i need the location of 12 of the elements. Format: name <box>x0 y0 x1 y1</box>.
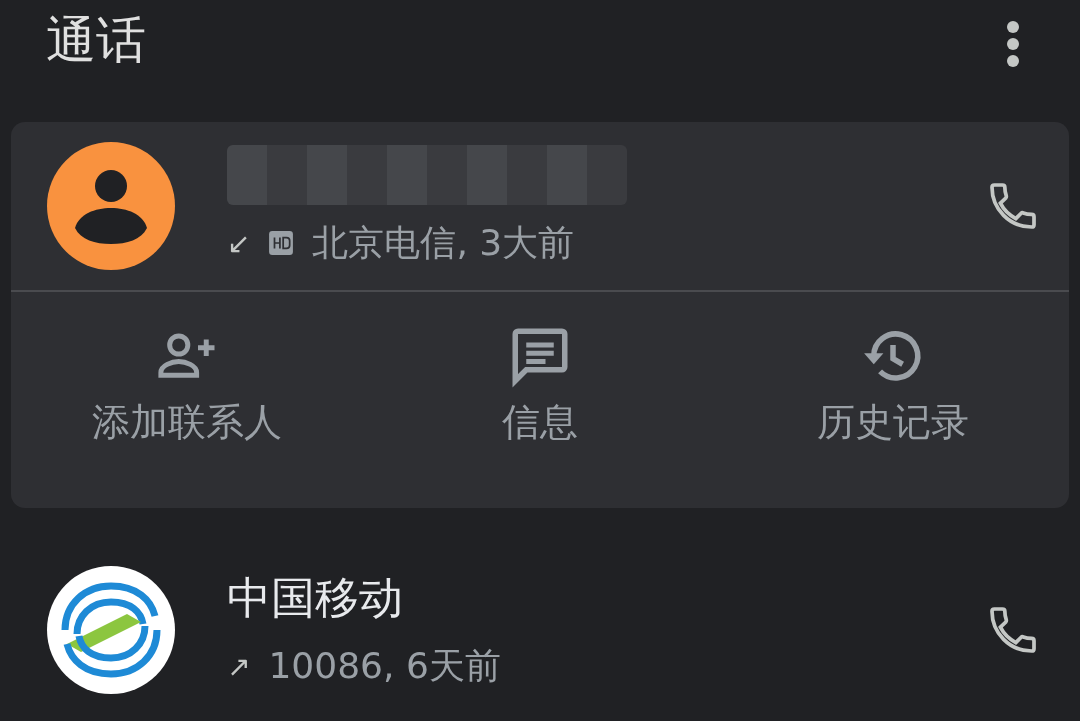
action-button[interactable]: 信息 <box>363 322 717 449</box>
action-button[interactable]: 历史记录 <box>716 322 1069 449</box>
more-options-icon[interactable] <box>1006 20 1020 68</box>
call-detail: 北京电信, 3大前 <box>312 220 575 265</box>
carrier-logo-icon <box>47 566 175 694</box>
contact-avatar-icon <box>47 142 175 270</box>
action-button[interactable]: 添加联系人 <box>11 322 364 449</box>
contact-name: 中国移动 <box>227 571 404 625</box>
call-direction-icon: ↗ <box>227 650 251 683</box>
screen-title: 通话 <box>46 10 146 71</box>
call-direction-icon: ↙ <box>227 226 251 260</box>
call-detail: 10086, 6天前 <box>268 644 501 688</box>
